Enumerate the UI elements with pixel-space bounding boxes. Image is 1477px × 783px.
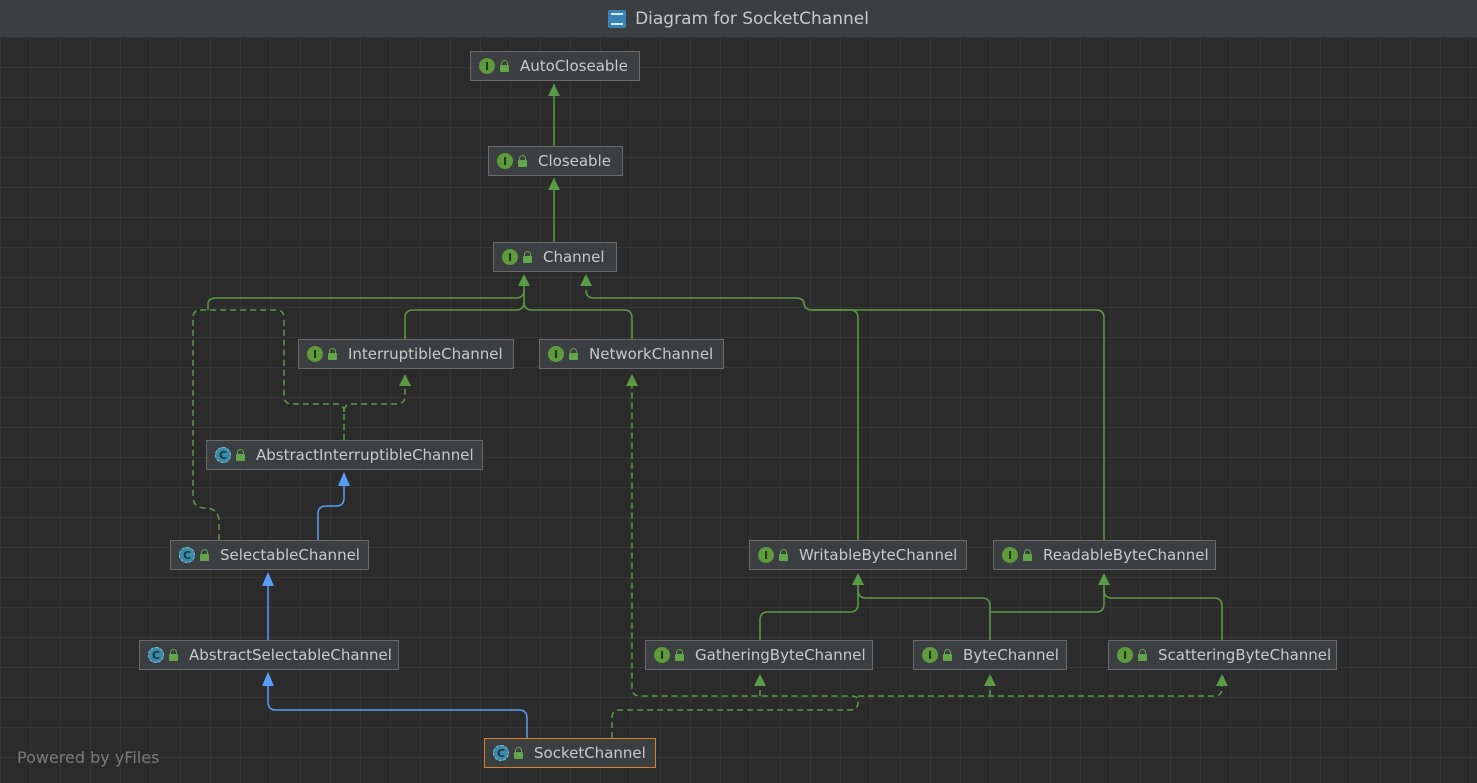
interface-icon: I	[497, 153, 513, 169]
edge-selectable-channel-dashed	[192, 309, 285, 540]
node-label: GatheringByteChannel	[695, 646, 866, 664]
interface-icon: I	[922, 647, 938, 663]
node-channel[interactable]: I Channel	[493, 242, 617, 272]
interface-icon: I	[479, 58, 495, 74]
node-socketchannel[interactable]: C SocketChannel	[484, 738, 656, 768]
public-lock-icon	[514, 746, 523, 759]
public-lock-icon	[569, 347, 578, 360]
node-label: AutoCloseable	[520, 57, 628, 75]
public-lock-icon	[523, 250, 532, 263]
edge-abstractinterruptible-interruptible	[343, 378, 406, 440]
public-lock-icon	[779, 548, 788, 561]
abstract-class-icon: C	[148, 647, 164, 663]
node-label: NetworkChannel	[589, 345, 714, 363]
abstract-class-icon: C	[215, 447, 231, 463]
node-scatteringbytechannel[interactable]: I ScatteringByteChannel	[1108, 640, 1337, 670]
node-label: WritableByteChannel	[799, 546, 958, 564]
interface-icon: I	[307, 346, 323, 362]
powered-by-label: Powered by yFiles	[17, 748, 160, 767]
interface-icon: I	[548, 346, 564, 362]
node-abstractselectablechannel[interactable]: C AbstractSelectableChannel	[139, 640, 399, 670]
edge-network-channel	[523, 301, 633, 340]
public-lock-icon	[675, 648, 684, 661]
node-bytechannel[interactable]: I ByteChannel	[913, 640, 1067, 670]
public-lock-icon	[1138, 648, 1147, 661]
node-label: InterruptibleChannel	[348, 345, 503, 363]
node-networkchannel[interactable]: I NetworkChannel	[539, 339, 724, 369]
abstract-class-icon: C	[493, 745, 509, 761]
interface-icon: I	[654, 647, 670, 663]
public-lock-icon	[518, 154, 527, 167]
interface-icon: I	[758, 547, 774, 563]
public-lock-icon	[943, 648, 952, 661]
public-lock-icon	[1023, 548, 1032, 561]
interface-icon: I	[1002, 547, 1018, 563]
public-lock-icon	[500, 59, 509, 72]
node-interruptiblechannel[interactable]: I InterruptibleChannel	[298, 339, 514, 369]
node-autocloseable[interactable]: I AutoCloseable	[470, 51, 640, 81]
public-lock-icon	[236, 448, 245, 461]
node-label: ScatteringByteChannel	[1158, 646, 1332, 664]
node-closeable[interactable]: I Closeable	[488, 146, 623, 176]
edge-writable-channel	[585, 289, 859, 540]
edge-gathering-writable	[759, 577, 859, 640]
node-label: Channel	[543, 248, 605, 266]
node-label: AbstractSelectableChannel	[189, 646, 392, 664]
node-label: ReadableByteChannel	[1043, 546, 1209, 564]
node-label: AbstractInterruptibleChannel	[256, 446, 474, 464]
edge-socket-abstractselectable	[267, 678, 528, 738]
node-writablebytechannel[interactable]: I WritableByteChannel	[749, 540, 967, 570]
abstract-class-icon: C	[179, 547, 195, 563]
node-label: ByteChannel	[963, 646, 1059, 664]
node-selectablechannel[interactable]: C SelectableChannel	[170, 540, 369, 570]
node-readablebytechannel[interactable]: I ReadableByteChannel	[993, 540, 1216, 570]
edge-byte-writable	[857, 589, 991, 640]
edge-scattering-readable	[1103, 589, 1223, 640]
node-label: SocketChannel	[534, 744, 646, 762]
edge-byte-readable	[990, 577, 1105, 613]
interface-icon: I	[1117, 647, 1133, 663]
node-gatheringbytechannel[interactable]: I GatheringByteChannel	[645, 640, 873, 670]
node-label: Closeable	[538, 152, 611, 170]
interface-icon: I	[502, 249, 518, 265]
public-lock-icon	[169, 648, 178, 661]
node-label: SelectableChannel	[220, 546, 360, 564]
public-lock-icon	[200, 548, 209, 561]
edge-readable-channel	[812, 309, 1105, 540]
node-abstractinterruptiblechannel[interactable]: C AbstractInterruptibleChannel	[206, 440, 483, 470]
public-lock-icon	[328, 347, 337, 360]
edge-selectable-abstractinterruptible	[317, 478, 345, 540]
edge-interruptible-channel	[404, 278, 525, 340]
